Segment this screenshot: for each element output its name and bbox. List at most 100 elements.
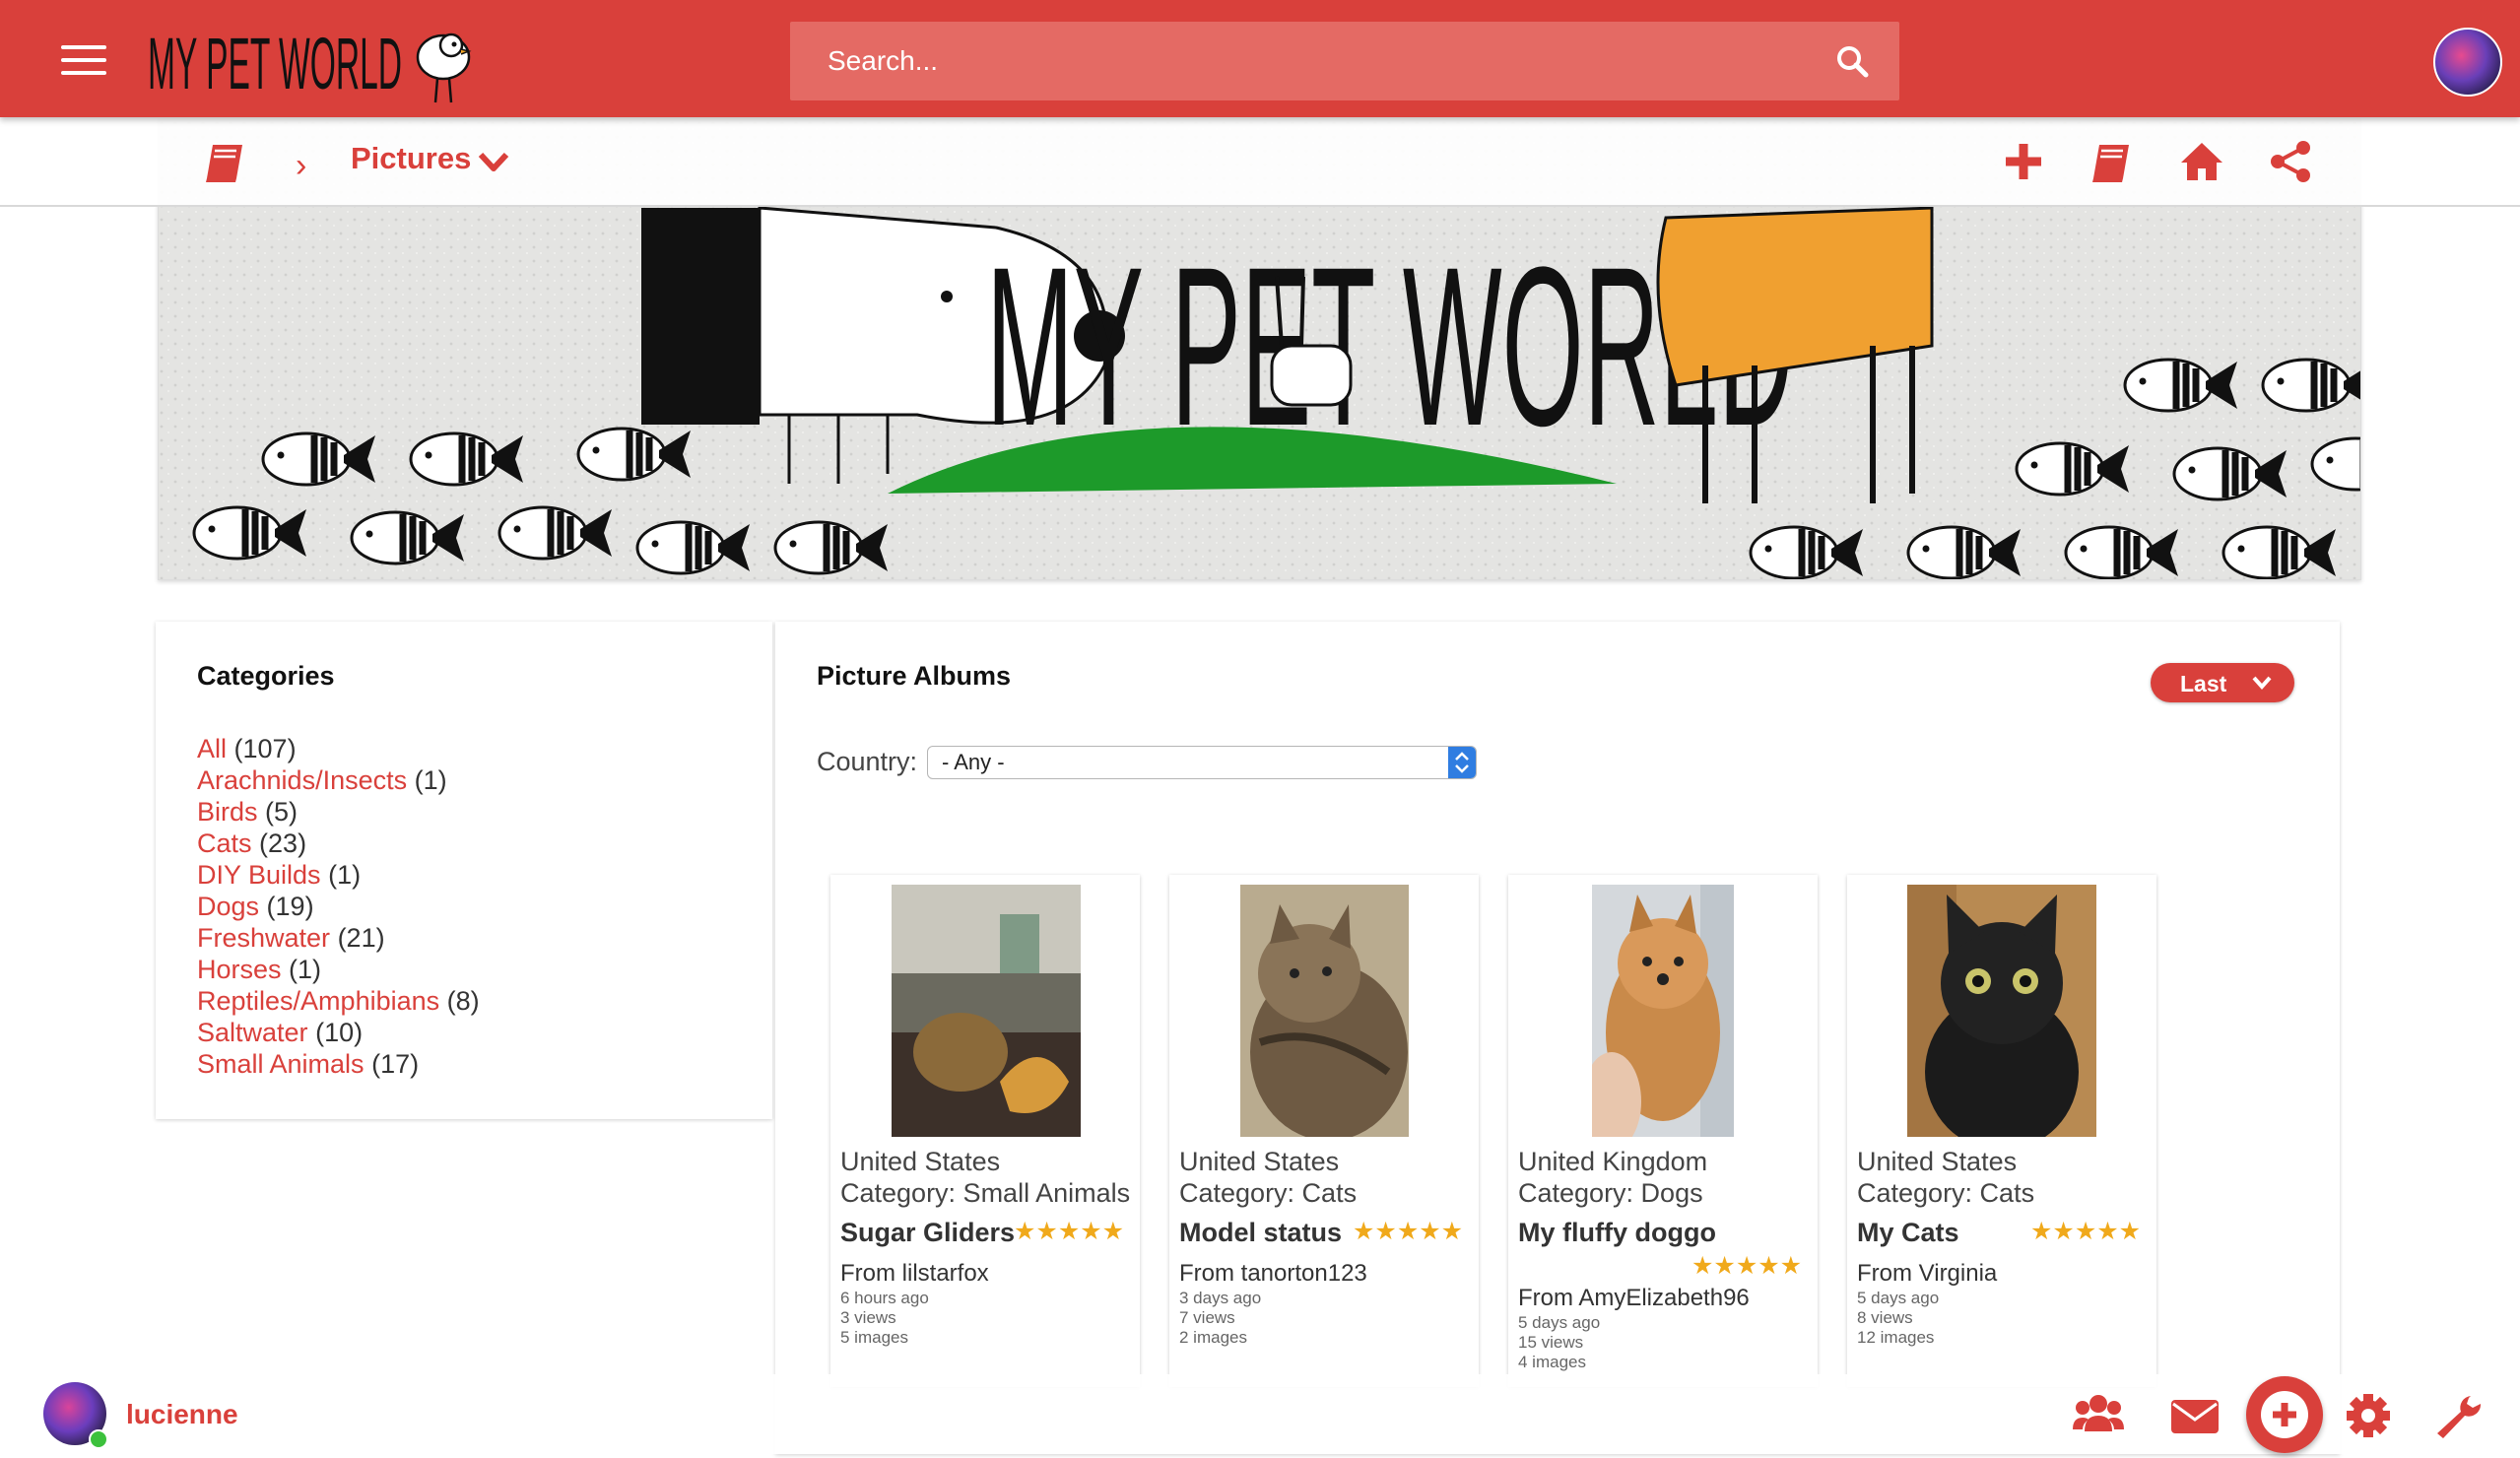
album-card[interactable]: United States Category: Cats My Cats ★★★…: [1847, 875, 2156, 1387]
album-country: United States: [1179, 1147, 1340, 1176]
album-category: Category: Dogs: [1518, 1178, 1703, 1208]
gear-icon[interactable]: [2343, 1392, 2394, 1439]
chevron-down-icon[interactable]: [477, 147, 510, 176]
sort-label: Last: [2180, 671, 2227, 696]
album-category: Category: Cats: [1179, 1178, 1358, 1208]
category-link[interactable]: Birds: [197, 797, 258, 827]
sort-button[interactable]: Last: [2151, 663, 2294, 702]
category-link[interactable]: Reptiles/Amphibians: [197, 986, 439, 1016]
list-item: Saltwater (10): [197, 1017, 480, 1048]
album-country: United States: [840, 1147, 1001, 1176]
categories-title: Categories: [197, 661, 335, 691]
category-count: (1): [414, 765, 447, 795]
album-thumbnail[interactable]: [1907, 885, 2096, 1137]
category-count: (17): [371, 1049, 420, 1079]
album-card[interactable]: United States Category: Cats Model statu…: [1169, 875, 1479, 1387]
page-title[interactable]: Pictures: [351, 141, 471, 176]
category-count: (1): [328, 860, 362, 890]
album-views: 15 views: [1518, 1333, 1584, 1352]
album-title[interactable]: My fluffy doggo: [1518, 1218, 1716, 1248]
top-bar: MY PET WORLD: [0, 0, 2520, 117]
album-title[interactable]: Model status: [1179, 1218, 1342, 1248]
search-input[interactable]: [790, 22, 1813, 100]
list-item: Birds (5): [197, 796, 480, 828]
country-select[interactable]: - Any -: [927, 746, 1477, 779]
list-item: Small Animals (17): [197, 1048, 480, 1080]
category-count: (1): [289, 955, 322, 984]
bottom-bar: lucienne: [0, 1374, 2520, 1454]
list-item: All (107): [197, 733, 480, 764]
album-images: 5 images: [840, 1328, 908, 1347]
site-logo[interactable]: MY PET WORLD: [148, 20, 483, 110]
category-link[interactable]: Small Animals: [197, 1049, 365, 1079]
chevron-right-icon: ›: [296, 147, 307, 184]
plus-icon: [2261, 1391, 2308, 1438]
book-icon[interactable]: [203, 139, 248, 184]
plus-icon[interactable]: [2001, 139, 2046, 184]
list-item: Horses (1): [197, 954, 480, 985]
album-owner[interactable]: From AmyElizabeth96: [1518, 1285, 1750, 1312]
list-item: Dogs (19): [197, 891, 480, 922]
album-card[interactable]: United Kingdom Category: Dogs My fluffy …: [1508, 875, 1818, 1387]
category-link[interactable]: Cats: [197, 828, 252, 858]
album-country: United States: [1857, 1147, 2018, 1176]
home-icon[interactable]: [2179, 139, 2224, 184]
categories-panel: Categories All (107) Arachnids/Insects (…: [156, 622, 772, 1119]
category-link[interactable]: DIY Builds: [197, 860, 321, 890]
album-owner[interactable]: From Virginia: [1857, 1260, 1997, 1288]
category-link[interactable]: Arachnids/Insects: [197, 765, 407, 795]
select-arrows-icon: [1448, 747, 1476, 778]
category-link[interactable]: All: [197, 734, 227, 763]
user-avatar[interactable]: [2433, 28, 2502, 97]
menu-icon[interactable]: [61, 45, 106, 75]
categories-list: All (107) Arachnids/Insects (1) Birds (5…: [197, 733, 480, 1080]
rating-stars-icon: ★★★★★: [1014, 1218, 1125, 1245]
svg-text:MY PET WORLD: MY PET WORLD: [148, 23, 402, 104]
category-count: (23): [259, 828, 307, 858]
album-owner[interactable]: From lilstarfox: [840, 1260, 989, 1288]
album-category: Category: Cats: [1857, 1178, 2035, 1208]
album-images: 4 images: [1518, 1353, 1586, 1371]
album-title[interactable]: My Cats: [1857, 1218, 1959, 1248]
list-item: Freshwater (21): [197, 922, 480, 954]
albums-title: Picture Albums: [817, 661, 1012, 691]
list-item: Arachnids/Insects (1): [197, 764, 480, 796]
rating-stars-icon: ★★★★★: [1691, 1252, 1803, 1280]
category-link[interactable]: Horses: [197, 955, 282, 984]
album-age: 5 days ago: [1857, 1289, 1940, 1307]
album-category: Category: Small Animals: [840, 1178, 1131, 1208]
category-link[interactable]: Freshwater: [197, 923, 330, 953]
category-count: (8): [446, 986, 480, 1016]
album-age: 3 days ago: [1179, 1289, 1262, 1307]
breadcrumb-bar: › Pictures: [0, 117, 2520, 207]
book-icon[interactable]: [2089, 139, 2135, 184]
album-country: United Kingdom: [1518, 1147, 1708, 1176]
category-count: (5): [265, 797, 298, 827]
album-thumbnail[interactable]: [1240, 885, 1409, 1137]
album-thumbnail[interactable]: [892, 885, 1081, 1137]
username-link[interactable]: lucienne: [126, 1399, 238, 1430]
envelope-icon[interactable]: [2169, 1392, 2221, 1439]
online-status-icon: [89, 1429, 108, 1449]
search-icon[interactable]: [1834, 43, 1870, 79]
add-button[interactable]: [2246, 1376, 2323, 1453]
album-thumbnail[interactable]: [1592, 885, 1734, 1137]
album-card[interactable]: United States Category: Small Animals Su…: [830, 875, 1140, 1387]
category-link[interactable]: Saltwater: [197, 1018, 308, 1047]
users-icon[interactable]: [2073, 1392, 2124, 1439]
category-count: (10): [315, 1018, 364, 1047]
rating-stars-icon: ★★★★★: [1353, 1218, 1464, 1245]
chevron-down-icon: [2252, 676, 2272, 691]
list-item: Cats (23): [197, 828, 480, 859]
album-views: 3 views: [840, 1308, 896, 1327]
country-select-value: - Any -: [942, 750, 1005, 774]
album-title[interactable]: Sugar Gliders: [840, 1218, 1015, 1248]
share-icon[interactable]: [2268, 139, 2313, 184]
album-age: 5 days ago: [1518, 1313, 1601, 1332]
album-owner[interactable]: From tanorton123: [1179, 1260, 1367, 1288]
wrench-icon[interactable]: [2431, 1392, 2483, 1439]
album-age: 6 hours ago: [840, 1289, 929, 1307]
album-images: 2 images: [1179, 1328, 1247, 1347]
category-link[interactable]: Dogs: [197, 892, 259, 921]
list-item: Reptiles/Amphibians (8): [197, 985, 480, 1017]
